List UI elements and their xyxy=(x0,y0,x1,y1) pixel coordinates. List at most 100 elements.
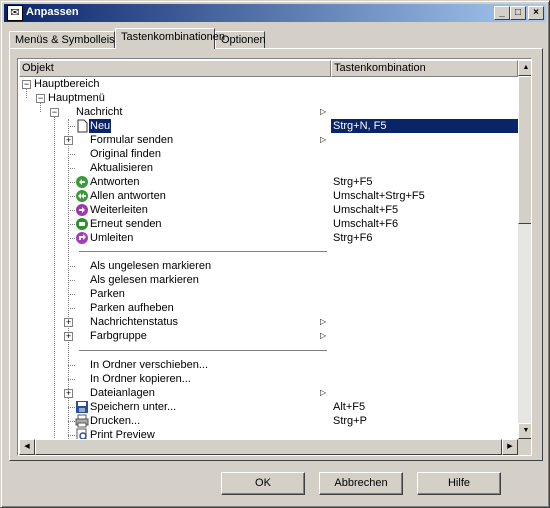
row-label: Allen antworten xyxy=(90,190,166,202)
row-label: Print Preview xyxy=(90,429,155,439)
print-preview-icon xyxy=(76,428,87,439)
row-label: Drucken... xyxy=(90,415,141,427)
row-label: Parken xyxy=(90,288,125,300)
help-button[interactable]: Hilfe xyxy=(417,472,501,495)
row-label: Umleiten xyxy=(90,232,134,244)
resend-icon xyxy=(76,218,88,230)
tree-row-original-finden[interactable]: Original finden xyxy=(19,147,518,161)
printer-icon xyxy=(75,414,89,428)
scroll-right-icon[interactable]: ▶ xyxy=(502,439,518,455)
list-rows: − Hauptbereich − Hauptmenü − Nachricht ▷… xyxy=(19,77,518,439)
tree-row-speichern-unter[interactable]: Speichern unter... Alt+F5 xyxy=(19,400,518,414)
tree-row-print-preview[interactable]: Print Preview xyxy=(19,428,518,439)
row-label: Als ungelesen markieren xyxy=(90,260,212,272)
row-shortcut: Strg+F6 xyxy=(333,232,373,244)
tree-row-nachricht[interactable]: − Nachricht ▷ xyxy=(19,105,518,119)
row-label: Dateianlagen xyxy=(90,387,155,399)
new-document-icon xyxy=(77,119,88,133)
window-title: Anpassen xyxy=(26,6,79,18)
row-shortcut: Strg+F5 xyxy=(333,176,373,188)
column-header-shortcut[interactable]: Tastenkombination xyxy=(331,60,518,77)
tab-shortcuts[interactable]: Tastenkombinationen xyxy=(115,28,225,49)
expand-toggle[interactable]: + xyxy=(64,389,73,398)
customize-dialog: ✉ Anpassen _ □ × Menüs & Symbolleisten T… xyxy=(0,0,550,508)
row-shortcut: Umschalt+Strg+F5 xyxy=(333,190,425,202)
collapse-toggle[interactable]: − xyxy=(36,94,45,103)
tree-row-neu[interactable]: Neu Strg+N, F5 xyxy=(19,119,518,133)
submenu-arrow-icon: ▷ xyxy=(320,331,327,340)
expand-toggle[interactable]: + xyxy=(64,136,73,145)
horizontal-scrollbar[interactable]: ◀ ▶ xyxy=(19,439,518,455)
reply-icon xyxy=(76,176,88,188)
row-label: In Ordner verschieben... xyxy=(90,359,209,371)
expand-toggle[interactable]: + xyxy=(64,318,73,327)
row-label: Speichern unter... xyxy=(90,401,177,413)
submenu-arrow-icon: ▷ xyxy=(320,317,327,326)
maximize-button[interactable]: □ xyxy=(510,6,526,20)
app-icon: ✉ xyxy=(7,5,23,21)
row-label: Erneut senden xyxy=(90,218,162,230)
forward-icon xyxy=(76,204,88,216)
tab-menus-toolbars[interactable]: Menüs & Symbolleisten xyxy=(9,31,130,49)
row-label: Antworten xyxy=(90,176,140,188)
horizontal-scroll-thumb[interactable] xyxy=(35,439,502,455)
row-label: Original finden xyxy=(90,148,161,160)
tree-row-erneut-senden[interactable]: Erneut senden Umschalt+F6 xyxy=(19,217,518,231)
row-label: In Ordner kopieren... xyxy=(90,373,191,385)
row-shortcut: Alt+F5 xyxy=(333,401,366,413)
submenu-arrow-icon: ▷ xyxy=(320,135,327,144)
row-shortcut: Strg+P xyxy=(333,415,367,427)
reply-all-icon xyxy=(76,190,88,202)
tree-row-dateianlagen[interactable]: + Dateianlagen ▷ xyxy=(19,386,518,400)
row-label: Parken aufheben xyxy=(90,302,174,314)
tree-row-parken-aufheben[interactable]: Parken aufheben xyxy=(19,301,518,315)
tree-row-als-gelesen[interactable]: Als gelesen markieren xyxy=(19,273,518,287)
row-label: Aktualisieren xyxy=(90,162,153,174)
tree-row-drucken[interactable]: Drucken... Strg+P xyxy=(19,414,518,428)
row-label: Formular senden xyxy=(90,134,174,146)
scroll-down-icon[interactable]: ▼ xyxy=(518,423,531,439)
tree-row-umleiten[interactable]: Umleiten Strg+F6 xyxy=(19,231,518,245)
tree-row-farbgruppe[interactable]: + Farbgruppe ▷ xyxy=(19,329,518,343)
title-bar[interactable]: ✉ Anpassen _ □ × xyxy=(4,4,546,22)
row-shortcut: Umschalt+F5 xyxy=(333,204,399,216)
scroll-left-icon[interactable]: ◀ xyxy=(19,439,35,455)
tree-row-in-ordner-verschieben[interactable]: In Ordner verschieben... xyxy=(19,358,518,372)
tree-row-weiterleiten[interactable]: Weiterleiten Umschalt+F5 xyxy=(19,203,518,217)
shortcut-list[interactable]: Objekt Tastenkombination − Hauptbereich … xyxy=(17,58,532,456)
tree-row-in-ordner-kopieren[interactable]: In Ordner kopieren... xyxy=(19,372,518,386)
tree-row-allen-antworten[interactable]: Allen antworten Umschalt+Strg+F5 xyxy=(19,189,518,203)
row-label: Hauptbereich xyxy=(34,78,100,90)
collapse-toggle[interactable]: − xyxy=(22,80,31,89)
cancel-button[interactable]: Abbrechen xyxy=(319,472,403,495)
save-disk-icon xyxy=(76,401,88,413)
scroll-corner xyxy=(518,439,531,455)
vertical-scroll-thumb[interactable] xyxy=(518,76,531,224)
tree-row-nachrichtenstatus[interactable]: + Nachrichtenstatus ▷ xyxy=(19,315,518,329)
menu-separator xyxy=(79,350,327,351)
row-label: Nachricht xyxy=(76,106,123,118)
close-button[interactable]: × xyxy=(528,6,544,20)
tree-row-als-ungelesen[interactable]: Als ungelesen markieren xyxy=(19,259,518,273)
tree-row-formular-senden[interactable]: + Formular senden ▷ xyxy=(19,133,518,147)
menu-separator xyxy=(79,251,327,252)
tree-row-parken[interactable]: Parken xyxy=(19,287,518,301)
expand-toggle[interactable]: + xyxy=(64,332,73,341)
row-label: Weiterleiten xyxy=(90,204,148,216)
tree-row-antworten[interactable]: Antworten Strg+F5 xyxy=(19,175,518,189)
column-header-object[interactable]: Objekt xyxy=(19,60,331,77)
tree-row-hauptmenu[interactable]: − Hauptmenü xyxy=(19,91,518,105)
list-header: Objekt Tastenkombination xyxy=(19,60,518,77)
collapse-toggle[interactable]: − xyxy=(50,108,59,117)
vertical-scrollbar[interactable]: ▲ ▼ xyxy=(518,60,531,439)
tree-row-hauptbereich[interactable]: − Hauptbereich xyxy=(19,77,518,91)
ok-button[interactable]: OK xyxy=(221,472,305,495)
tree-row-aktualisieren[interactable]: Aktualisieren xyxy=(19,161,518,175)
row-label: Farbgruppe xyxy=(90,330,147,342)
row-label: Als gelesen markieren xyxy=(90,274,199,286)
submenu-arrow-icon: ▷ xyxy=(320,107,327,116)
row-label: Nachrichtenstatus xyxy=(90,316,179,328)
minimize-button[interactable]: _ xyxy=(494,6,510,20)
scroll-up-icon[interactable]: ▲ xyxy=(518,60,531,76)
submenu-arrow-icon: ▷ xyxy=(320,388,327,397)
